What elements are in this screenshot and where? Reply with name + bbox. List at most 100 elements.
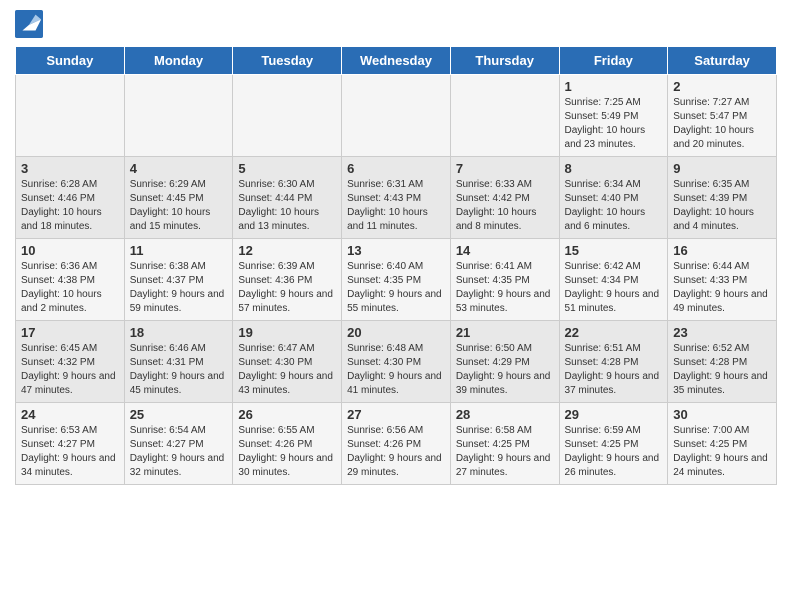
sunrise-label: Sunrise: 6:51 AM — [565, 343, 641, 354]
day-info: Sunrise: 6:54 AM Sunset: 4:27 PM Dayligh… — [130, 424, 228, 480]
sunrise-label: Sunrise: 6:50 AM — [456, 343, 532, 354]
day-number: 20 — [347, 325, 445, 340]
weekday-header-friday: Friday — [559, 47, 668, 75]
day-info: Sunrise: 6:35 AM Sunset: 4:39 PM Dayligh… — [673, 178, 771, 234]
day-info: Sunrise: 6:53 AM Sunset: 4:27 PM Dayligh… — [21, 424, 119, 480]
day-info: Sunrise: 6:28 AM Sunset: 4:46 PM Dayligh… — [21, 178, 119, 234]
calendar-cell: 23 Sunrise: 6:52 AM Sunset: 4:28 PM Dayl… — [668, 321, 777, 403]
sunset-label: Sunset: 4:27 PM — [21, 439, 95, 450]
day-number: 21 — [456, 325, 554, 340]
daylight-label: Daylight: 9 hours and 39 minutes. — [456, 371, 551, 396]
sunset-label: Sunset: 4:35 PM — [456, 275, 530, 286]
day-info: Sunrise: 6:36 AM Sunset: 4:38 PM Dayligh… — [21, 260, 119, 316]
daylight-label: Daylight: 9 hours and 51 minutes. — [565, 289, 660, 314]
daylight-label: Daylight: 9 hours and 49 minutes. — [673, 289, 768, 314]
daylight-label: Daylight: 9 hours and 29 minutes. — [347, 453, 442, 478]
day-number: 12 — [238, 243, 336, 258]
day-info: Sunrise: 6:48 AM Sunset: 4:30 PM Dayligh… — [347, 342, 445, 398]
sunrise-label: Sunrise: 6:41 AM — [456, 261, 532, 272]
logo[interactable] — [15, 10, 47, 38]
day-number: 13 — [347, 243, 445, 258]
day-number: 26 — [238, 407, 336, 422]
sunrise-label: Sunrise: 6:58 AM — [456, 425, 532, 436]
daylight-label: Daylight: 9 hours and 35 minutes. — [673, 371, 768, 396]
day-info: Sunrise: 6:34 AM Sunset: 4:40 PM Dayligh… — [565, 178, 663, 234]
daylight-label: Daylight: 10 hours and 23 minutes. — [565, 125, 646, 150]
sunrise-label: Sunrise: 6:40 AM — [347, 261, 423, 272]
sunset-label: Sunset: 4:26 PM — [347, 439, 421, 450]
sunrise-label: Sunrise: 7:00 AM — [673, 425, 749, 436]
day-number: 19 — [238, 325, 336, 340]
day-number: 10 — [21, 243, 119, 258]
day-number: 2 — [673, 79, 771, 94]
sunset-label: Sunset: 4:35 PM — [347, 275, 421, 286]
day-info: Sunrise: 7:00 AM Sunset: 4:25 PM Dayligh… — [673, 424, 771, 480]
day-info: Sunrise: 6:29 AM Sunset: 4:45 PM Dayligh… — [130, 178, 228, 234]
calendar-cell: 18 Sunrise: 6:46 AM Sunset: 4:31 PM Dayl… — [124, 321, 233, 403]
sunset-label: Sunset: 4:34 PM — [565, 275, 639, 286]
daylight-label: Daylight: 10 hours and 8 minutes. — [456, 207, 537, 232]
sunrise-label: Sunrise: 6:34 AM — [565, 179, 641, 190]
calendar-cell: 10 Sunrise: 6:36 AM Sunset: 4:38 PM Dayl… — [16, 239, 125, 321]
sunset-label: Sunset: 4:29 PM — [456, 357, 530, 368]
sunrise-label: Sunrise: 6:54 AM — [130, 425, 206, 436]
logo-icon — [15, 10, 43, 38]
daylight-label: Daylight: 9 hours and 53 minutes. — [456, 289, 551, 314]
calendar-cell: 6 Sunrise: 6:31 AM Sunset: 4:43 PM Dayli… — [342, 157, 451, 239]
calendar-cell — [342, 75, 451, 157]
weekday-header-saturday: Saturday — [668, 47, 777, 75]
sunset-label: Sunset: 4:25 PM — [565, 439, 639, 450]
sunrise-label: Sunrise: 6:28 AM — [21, 179, 97, 190]
day-number: 11 — [130, 243, 228, 258]
calendar-cell: 30 Sunrise: 7:00 AM Sunset: 4:25 PM Dayl… — [668, 403, 777, 485]
calendar-cell: 3 Sunrise: 6:28 AM Sunset: 4:46 PM Dayli… — [16, 157, 125, 239]
day-info: Sunrise: 6:58 AM Sunset: 4:25 PM Dayligh… — [456, 424, 554, 480]
daylight-label: Daylight: 10 hours and 11 minutes. — [347, 207, 428, 232]
day-number: 14 — [456, 243, 554, 258]
sunrise-label: Sunrise: 6:29 AM — [130, 179, 206, 190]
sunrise-label: Sunrise: 6:38 AM — [130, 261, 206, 272]
sunrise-label: Sunrise: 6:42 AM — [565, 261, 641, 272]
daylight-label: Daylight: 9 hours and 43 minutes. — [238, 371, 333, 396]
day-number: 29 — [565, 407, 663, 422]
daylight-label: Daylight: 9 hours and 34 minutes. — [21, 453, 116, 478]
weekday-header-wednesday: Wednesday — [342, 47, 451, 75]
day-number: 5 — [238, 161, 336, 176]
day-info: Sunrise: 6:45 AM Sunset: 4:32 PM Dayligh… — [21, 342, 119, 398]
daylight-label: Daylight: 9 hours and 26 minutes. — [565, 453, 660, 478]
day-number: 30 — [673, 407, 771, 422]
sunset-label: Sunset: 4:37 PM — [130, 275, 204, 286]
daylight-label: Daylight: 9 hours and 30 minutes. — [238, 453, 333, 478]
sunrise-label: Sunrise: 6:52 AM — [673, 343, 749, 354]
daylight-label: Daylight: 10 hours and 13 minutes. — [238, 207, 319, 232]
calendar-cell: 22 Sunrise: 6:51 AM Sunset: 4:28 PM Dayl… — [559, 321, 668, 403]
calendar-cell: 15 Sunrise: 6:42 AM Sunset: 4:34 PM Dayl… — [559, 239, 668, 321]
calendar-cell: 7 Sunrise: 6:33 AM Sunset: 4:42 PM Dayli… — [450, 157, 559, 239]
day-number: 17 — [21, 325, 119, 340]
daylight-label: Daylight: 10 hours and 20 minutes. — [673, 125, 754, 150]
calendar-cell: 5 Sunrise: 6:30 AM Sunset: 4:44 PM Dayli… — [233, 157, 342, 239]
calendar-table: SundayMondayTuesdayWednesdayThursdayFrid… — [15, 46, 777, 485]
daylight-label: Daylight: 10 hours and 2 minutes. — [21, 289, 102, 314]
day-info: Sunrise: 6:55 AM Sunset: 4:26 PM Dayligh… — [238, 424, 336, 480]
weekday-header-thursday: Thursday — [450, 47, 559, 75]
day-info: Sunrise: 6:56 AM Sunset: 4:26 PM Dayligh… — [347, 424, 445, 480]
page-header — [15, 10, 777, 38]
sunrise-label: Sunrise: 6:35 AM — [673, 179, 749, 190]
daylight-label: Daylight: 9 hours and 55 minutes. — [347, 289, 442, 314]
day-info: Sunrise: 6:39 AM Sunset: 4:36 PM Dayligh… — [238, 260, 336, 316]
day-info: Sunrise: 6:50 AM Sunset: 4:29 PM Dayligh… — [456, 342, 554, 398]
week-row-4: 17 Sunrise: 6:45 AM Sunset: 4:32 PM Dayl… — [16, 321, 777, 403]
sunset-label: Sunset: 4:30 PM — [347, 357, 421, 368]
sunset-label: Sunset: 4:25 PM — [673, 439, 747, 450]
calendar-cell — [233, 75, 342, 157]
sunset-label: Sunset: 4:38 PM — [21, 275, 95, 286]
calendar-cell: 4 Sunrise: 6:29 AM Sunset: 4:45 PM Dayli… — [124, 157, 233, 239]
day-info: Sunrise: 6:30 AM Sunset: 4:44 PM Dayligh… — [238, 178, 336, 234]
sunset-label: Sunset: 4:27 PM — [130, 439, 204, 450]
day-info: Sunrise: 6:38 AM Sunset: 4:37 PM Dayligh… — [130, 260, 228, 316]
calendar-cell: 21 Sunrise: 6:50 AM Sunset: 4:29 PM Dayl… — [450, 321, 559, 403]
day-info: Sunrise: 6:59 AM Sunset: 4:25 PM Dayligh… — [565, 424, 663, 480]
daylight-label: Daylight: 9 hours and 27 minutes. — [456, 453, 551, 478]
calendar-cell: 27 Sunrise: 6:56 AM Sunset: 4:26 PM Dayl… — [342, 403, 451, 485]
